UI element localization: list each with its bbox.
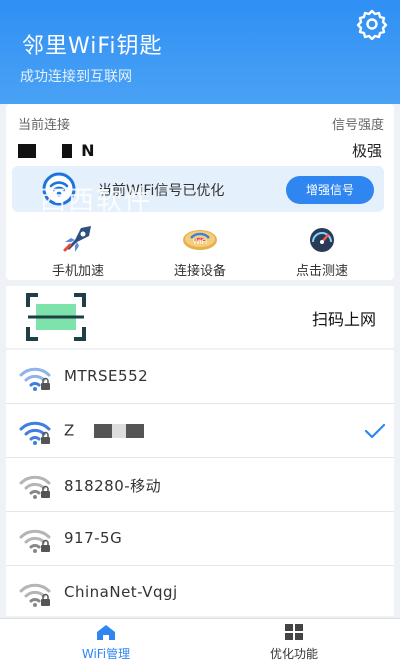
tab-optimize[interactable]: 优化功能 [224, 623, 364, 662]
wifi-network-row-connected[interactable]: Z [6, 404, 394, 458]
phone-boost-button[interactable]: 手机加速 [28, 224, 128, 279]
wifi-network-row[interactable]: 917-5G [6, 512, 394, 566]
current-ssid: N [18, 140, 95, 160]
app-title: 邻里WiFi钥匙 [22, 34, 163, 59]
wifi-network-row[interactable]: MTRSE552 [6, 350, 394, 404]
wifi-locked-icon [19, 583, 51, 607]
app-header: 邻里WiFi钥匙 成功连接到互联网 [0, 0, 400, 104]
connected-devices-label: 连接设备 [173, 264, 226, 279]
qr-scan-icon [26, 293, 86, 341]
signal-strength-label: 信号强度 [331, 118, 384, 133]
optimize-banner: 当前WiFi信号已优化 增强信号 [12, 166, 384, 212]
wifi-network-name-text: Z [64, 421, 75, 440]
gear-icon[interactable] [356, 8, 388, 40]
tab-wifi-management[interactable]: WiFi管理 [36, 623, 176, 662]
phone-boost-label: 手机加速 [51, 264, 104, 279]
rocket-icon [63, 226, 91, 252]
speedometer-icon [310, 228, 334, 252]
connected-devices-button[interactable]: WiFi 连接设备 [150, 224, 250, 279]
current-connection-label: 当前连接 [18, 118, 71, 133]
svg-text:WiFi: WiFi [193, 238, 207, 246]
redacted-block [94, 423, 113, 438]
optimize-banner-text: 当前WiFi信号已优化 [98, 183, 225, 199]
wifi-locked-icon [19, 475, 51, 499]
wifi-locked-icon [19, 421, 51, 445]
wifi-network-name: 917-5G [64, 529, 123, 547]
boost-signal-button[interactable]: 增强信号 [286, 176, 374, 204]
signal-strength-value: 极强 [351, 142, 382, 160]
current-ssid-text: N [81, 141, 95, 160]
wifi-network-row[interactable]: 818280-移动 [6, 458, 394, 512]
wifi-network-name: ChinaNet-Vqgj [64, 583, 178, 601]
redacted-block [61, 143, 72, 158]
wifi-locked-icon [19, 529, 51, 553]
speed-test-label: 点击测速 [295, 264, 348, 279]
scan-to-connect-label: 扫码上网 [311, 310, 376, 329]
connection-status: 成功连接到互联网 [20, 69, 132, 85]
tab-optimize-label: 优化功能 [269, 647, 318, 661]
home-icon [97, 625, 115, 640]
connected-check-icon [364, 423, 386, 439]
tab-wifi-management-label: WiFi管理 [81, 647, 131, 661]
scan-to-connect-button[interactable]: 扫码上网 [6, 286, 394, 348]
redacted-block [18, 143, 36, 158]
wifi-network-name: MTRSE552 [64, 367, 149, 385]
wifi-signal-icon [42, 172, 76, 206]
wifi-locked-icon [19, 367, 51, 391]
wifi-network-list: MTRSE552 Z 818280-移动 917-5G ChinaNet-Vqg… [6, 350, 394, 616]
wifi-network-name: Z [64, 421, 145, 440]
redacted-block [126, 423, 145, 438]
current-connection-card: 当前连接 信号强度 N 极强 当前WiFi信号已优化 增强信号 手机加速 WiF… [6, 104, 394, 280]
redacted-block [112, 423, 127, 438]
wifi-network-name: 818280-移动 [64, 477, 162, 495]
wifi-network-row[interactable]: ChinaNet-Vqgj [6, 566, 394, 616]
bottom-tab-bar: WiFi管理 优化功能 [0, 618, 400, 666]
devices-icon: WiFi [183, 230, 217, 250]
grid-icon [285, 624, 303, 640]
speed-test-button[interactable]: 点击测速 [272, 224, 372, 279]
